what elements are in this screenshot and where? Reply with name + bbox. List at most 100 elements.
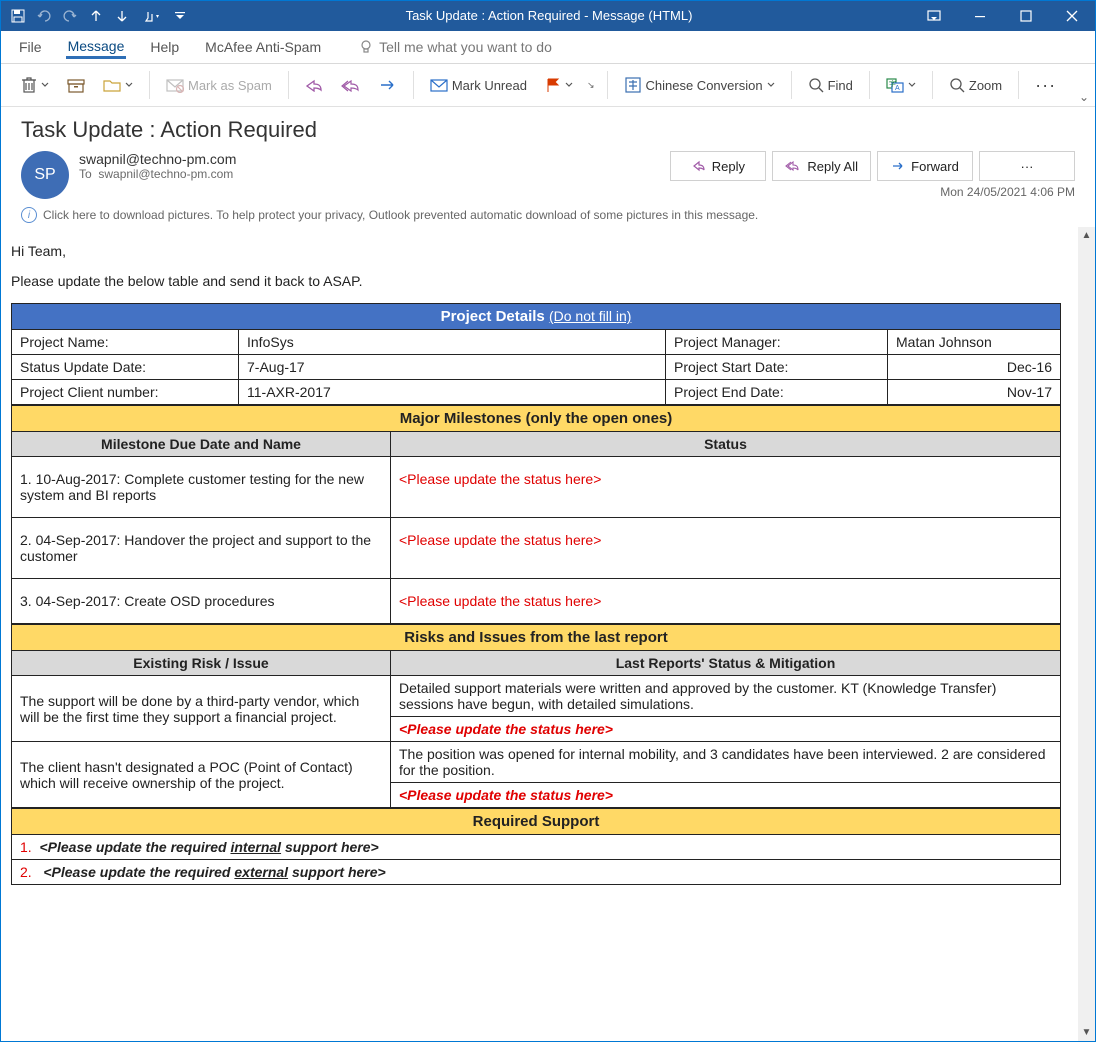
col-header: Status — [391, 432, 1061, 457]
ribbon: Mark as Spam Mark Unread ↘ Chinese Conve… — [1, 64, 1095, 107]
value: 7-Aug-17 — [239, 355, 666, 380]
scroll-down-icon[interactable]: ▼ — [1078, 1024, 1095, 1041]
save-icon[interactable] — [9, 7, 27, 25]
tab-mcafee[interactable]: McAfee Anti-Spam — [203, 37, 323, 57]
value: Nov-17 — [888, 380, 1061, 405]
translate-button[interactable]: 字A — [880, 70, 922, 100]
to-address: To swapnil@techno-pm.com — [79, 167, 236, 181]
more-actions-button[interactable]: ··· — [979, 151, 1075, 181]
lightbulb-icon — [359, 39, 373, 55]
touch-mouse-mode-icon[interactable] — [139, 7, 165, 25]
value: Matan Johnson — [888, 330, 1061, 355]
titlebar: Task Update : Action Required - Message … — [1, 1, 1095, 31]
col-header: Existing Risk / Issue — [12, 651, 391, 676]
forward-button[interactable]: Forward — [877, 151, 973, 181]
risk-status: Detailed support materials were written … — [391, 676, 1061, 717]
message-body: Hi Team, Please update the below table a… — [1, 227, 1077, 1041]
more-commands-button[interactable]: ··· — [1029, 70, 1062, 100]
milestone-name: 3. 04-Sep-2017: Create OSD procedures — [12, 579, 391, 624]
tell-me-search[interactable]: Tell me what you want to do — [359, 39, 552, 55]
chevron-down-icon — [41, 81, 49, 89]
milestone-name: 2. 04-Sep-2017: Handover the project and… — [12, 518, 391, 579]
forward-icon[interactable] — [373, 70, 403, 100]
info-bar-text: Click here to download pictures. To help… — [43, 208, 758, 222]
project-details-header: Project Details (Do not fill in) — [12, 304, 1061, 330]
milestone-name: 1. 10-Aug-2017: Complete customer testin… — [12, 457, 391, 518]
chevron-down-icon — [908, 81, 916, 89]
archive-button[interactable] — [61, 70, 91, 100]
scrollbar[interactable]: ▲ ▼ — [1078, 227, 1095, 1041]
flag-button[interactable] — [539, 70, 579, 100]
tab-help[interactable]: Help — [148, 37, 181, 57]
collapse-ribbon-icon[interactable]: ⌄ — [1079, 90, 1089, 104]
message-pane: Task Update : Action Required SP swapnil… — [1, 107, 1095, 1041]
mark-spam-button[interactable]: Mark as Spam — [160, 70, 278, 100]
info-bar[interactable]: i Click here to download pictures. To he… — [1, 203, 1095, 227]
message-header: Task Update : Action Required SP swapnil… — [1, 107, 1095, 203]
mark-unread-button[interactable]: Mark Unread — [424, 70, 533, 100]
delete-button[interactable] — [15, 70, 55, 100]
body-request: Please update the below table and send i… — [11, 273, 1075, 289]
message-subject: Task Update : Action Required — [21, 117, 1075, 143]
redo-icon[interactable] — [61, 7, 79, 25]
previous-item-icon[interactable] — [87, 7, 105, 25]
label: Project Start Date: — [666, 355, 888, 380]
minimize-icon[interactable] — [957, 1, 1003, 31]
value: InfoSys — [239, 330, 666, 355]
risk-update-placeholder: <Please update the status here> — [391, 717, 1061, 742]
support-item: 1. <Please update the required internal … — [12, 835, 1061, 860]
group-launcher-icon[interactable]: ↘ — [585, 80, 597, 91]
next-item-icon[interactable] — [113, 7, 131, 25]
reply-icon[interactable] — [299, 70, 329, 100]
find-button[interactable]: Find — [802, 70, 859, 100]
scrollbar-track[interactable] — [1078, 244, 1095, 1024]
chevron-down-icon — [565, 81, 573, 89]
value: 11-AXR-2017 — [239, 380, 666, 405]
project-table: Project Details (Do not fill in) Project… — [11, 303, 1061, 405]
window-title: Task Update : Action Required - Message … — [187, 1, 911, 31]
col-header: Milestone Due Date and Name — [12, 432, 391, 457]
ribbon-display-icon[interactable] — [911, 1, 957, 31]
maximize-icon[interactable] — [1003, 1, 1049, 31]
milestone-status: <Please update the status here> — [391, 518, 1061, 579]
support-table: Required Support 1. <Please update the r… — [11, 808, 1061, 885]
window: Task Update : Action Required - Message … — [0, 0, 1096, 1042]
reply-button[interactable]: Reply — [670, 151, 766, 181]
undo-icon[interactable] — [35, 7, 53, 25]
risks-header: Risks and Issues from the last report — [12, 625, 1061, 651]
avatar: SP — [21, 151, 69, 199]
qat-customize-icon[interactable] — [173, 7, 187, 25]
close-icon[interactable] — [1049, 1, 1095, 31]
label: Project Client number: — [12, 380, 239, 405]
zoom-button[interactable]: Zoom — [943, 70, 1008, 100]
quick-access-toolbar — [1, 7, 187, 25]
milestones-header: Major Milestones (only the open ones) — [12, 406, 1061, 432]
tab-message[interactable]: Message — [66, 36, 127, 59]
tab-row: File Message Help McAfee Anti-Spam Tell … — [1, 31, 1095, 64]
milestone-status: <Please update the status here> — [391, 579, 1061, 624]
risk-update-placeholder: <Please update the status here> — [391, 783, 1061, 808]
label: Project End Date: — [666, 380, 888, 405]
reply-all-icon[interactable] — [335, 70, 367, 100]
value: Dec-16 — [888, 355, 1061, 380]
tell-me-placeholder: Tell me what you want to do — [379, 39, 552, 55]
body-greeting: Hi Team, — [11, 243, 1075, 259]
chinese-conversion-button[interactable]: Chinese Conversion — [618, 70, 781, 100]
reply-all-button[interactable]: Reply All — [772, 151, 871, 181]
milestone-status: <Please update the status here> — [391, 457, 1061, 518]
risks-table: Risks and Issues from the last report Ex… — [11, 624, 1061, 808]
svg-text:A: A — [895, 85, 900, 92]
action-buttons: Reply Reply All Forward ··· — [670, 151, 1075, 181]
risk-status: The position was opened for internal mob… — [391, 742, 1061, 783]
risk-text: The support will be done by a third-part… — [12, 676, 391, 742]
support-item: 2. <Please update the required external … — [12, 860, 1061, 885]
tab-file[interactable]: File — [17, 37, 44, 57]
move-button[interactable] — [97, 70, 139, 100]
label: Project Manager: — [666, 330, 888, 355]
scroll-up-icon[interactable]: ▲ — [1078, 227, 1095, 244]
label: Status Update Date: — [12, 355, 239, 380]
col-header: Last Reports' Status & Mitigation — [391, 651, 1061, 676]
chevron-down-icon — [767, 81, 775, 89]
from-address: swapnil@techno-pm.com — [79, 151, 236, 167]
support-header: Required Support — [12, 809, 1061, 835]
